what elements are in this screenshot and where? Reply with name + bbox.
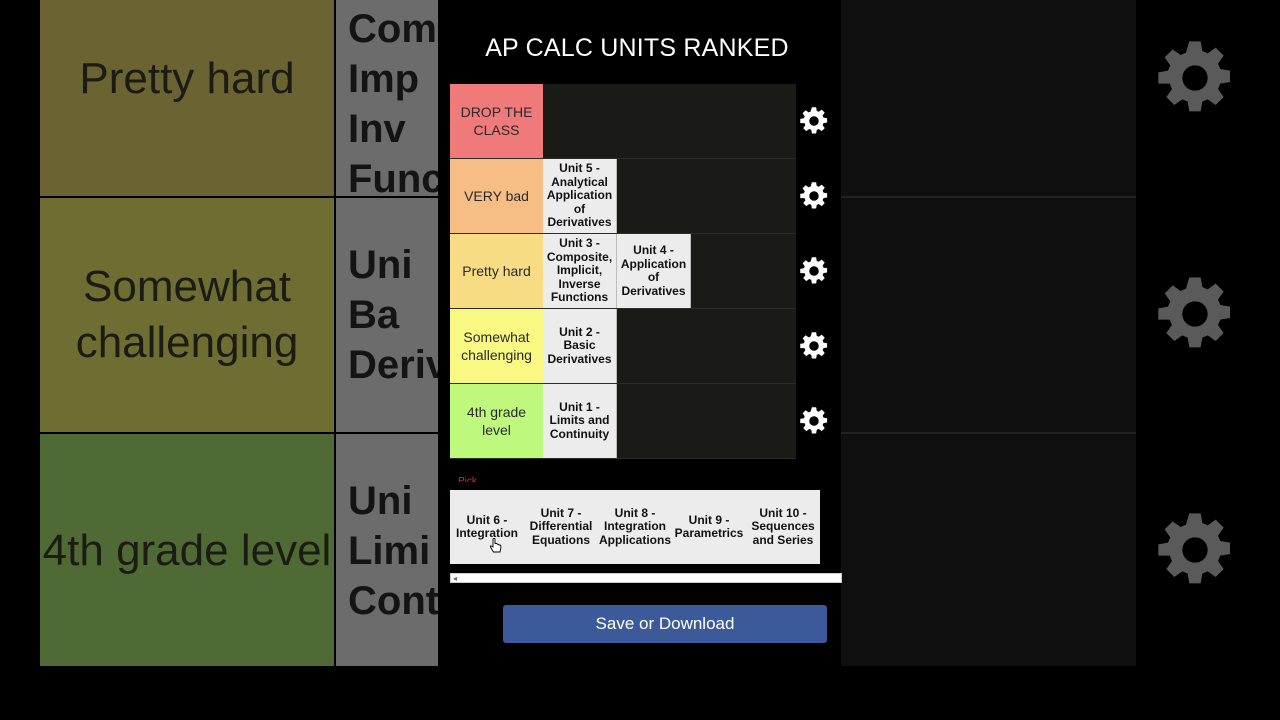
gear-icon — [1158, 513, 1230, 584]
gear-icon — [800, 332, 828, 359]
hand-pointer-icon — [489, 538, 502, 553]
tier-row: Somewhat challenging Unit 2 - Basic Deriv… — [450, 309, 796, 384]
background-unit-card: Uni Ba Deriv — [336, 198, 438, 432]
unit-card[interactable]: Unit 2 - Basic Derivatives — [543, 309, 617, 383]
tier-label: 4th grade level — [450, 384, 543, 458]
horizontal-scrollbar[interactable]: ◂ — [450, 573, 842, 583]
scroll-left-arrow-icon[interactable]: ◂ — [453, 574, 457, 583]
tier-items: Unit 1 - Limits and Continuity — [543, 384, 617, 458]
unit-card[interactable]: Unit 3 - Composite, Implicit, Inverse Fu… — [543, 234, 617, 308]
background-tier-row: Somewhat challenging Uni Ba Deriv — [40, 198, 438, 432]
gear-icon — [800, 182, 828, 209]
unranked-pool: Unit 6 - Integration Unit 7 - Differentia… — [450, 490, 820, 564]
unit-card[interactable]: Unit 6 - Integration — [450, 490, 524, 564]
pool-label: Pick — [458, 476, 477, 482]
unit-card[interactable]: Unit 10 - Sequences and Series — [746, 490, 820, 564]
tier-settings-button[interactable] — [799, 331, 829, 361]
gear-icon — [800, 107, 828, 134]
background-tier-label: Somewhat challenging — [40, 198, 334, 432]
tier-label: Somewhat challenging — [450, 309, 543, 383]
unit-card[interactable]: Unit 9 - Parametrics — [672, 490, 746, 564]
tier-label: VERY bad — [450, 159, 543, 233]
background-gear — [1155, 510, 1235, 590]
gear-icon — [800, 257, 828, 284]
gear-icon — [800, 407, 828, 434]
background-divider — [841, 432, 1136, 434]
unit-card[interactable]: Unit 8 - Integration Applications — [598, 490, 672, 564]
background-unit-card: Uni Comp Imp Inv Func — [336, 0, 438, 201]
page-title: AP CALC UNITS RANKED — [485, 34, 789, 62]
background-tier-row: Pretty hardUni Comp Imp Inv Func — [40, 0, 438, 201]
background-divider — [841, 196, 1136, 198]
background-tier-row: 4th grade level Uni Limi Cont — [40, 434, 438, 666]
unit-card[interactable]: Unit 5 - Analytical Application of Deriv… — [543, 159, 617, 233]
tier-settings-button[interactable] — [799, 181, 829, 211]
tier-items: Unit 3 - Composite, Implicit, Inverse Fu… — [543, 234, 691, 308]
background-unit-card: Uni Limi Cont — [336, 434, 438, 666]
tier-settings-button[interactable] — [799, 406, 829, 436]
tier-settings-button[interactable] — [799, 106, 829, 136]
background-left: Pretty hardUni Comp Imp Inv FuncSomewhat… — [40, 0, 438, 666]
tier-items: Unit 5 - Analytical Application of Deriv… — [543, 159, 617, 233]
unit-card[interactable]: Unit 7 - Differential Equations — [524, 490, 598, 564]
unit-card[interactable]: Unit 1 - Limits and Continuity — [543, 384, 617, 458]
tier-table: DROP THE CLASS VERY bad Unit 5 - Analytica… — [450, 84, 796, 459]
background-gear — [1155, 274, 1235, 354]
tier-list-panel: AP CALC UNITS RANKED DROP THE CLASS VERY … — [438, 0, 842, 720]
tier-row: VERY bad Unit 5 - Analytical Application … — [450, 159, 796, 234]
tier-row: Pretty hard Unit 3 - Composite, Implicit,… — [450, 234, 796, 309]
gear-icon — [1158, 41, 1230, 112]
tier-items: Unit 2 - Basic Derivatives — [543, 309, 617, 383]
tier-label: DROP THE CLASS — [450, 84, 543, 158]
background-right — [841, 0, 1230, 666]
background-gear — [1155, 38, 1235, 118]
tier-row: DROP THE CLASS — [450, 84, 796, 159]
background-tier-label: 4th grade level — [40, 434, 334, 666]
tier-settings-button[interactable] — [799, 256, 829, 286]
background-tier-label: Pretty hard — [40, 0, 334, 196]
save-download-button[interactable]: Save or Download — [503, 605, 827, 643]
gear-icon — [1158, 277, 1230, 348]
tier-label: Pretty hard — [450, 234, 543, 308]
unit-card[interactable]: Unit 4 - Application of Derivatives — [617, 234, 691, 308]
tier-row: 4th grade level Unit 1 - Limits and Conti… — [450, 384, 796, 459]
